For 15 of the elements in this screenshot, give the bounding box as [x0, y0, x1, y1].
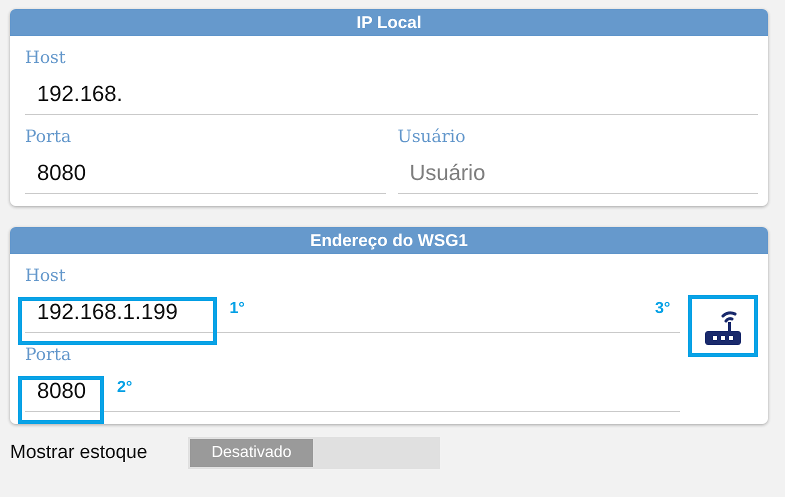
input-field[interactable]: 8080: [37, 160, 130, 186]
section-title: Endereço do WSG1: [10, 227, 768, 254]
field-label: Porta: [25, 127, 72, 149]
callout-number: 1°: [230, 300, 245, 318]
input-field[interactable]: 192.168.: [37, 81, 182, 107]
field-label: Porta: [25, 345, 72, 367]
toggle-label: Mostrar estoque: [10, 442, 148, 464]
input-field[interactable]: Usuário: [410, 160, 594, 186]
callout-number: 3°: [655, 300, 670, 318]
field-label: Host: [25, 266, 67, 288]
router-button[interactable]: [688, 295, 758, 357]
callout-number: 2°: [117, 379, 132, 397]
field-label: Host: [25, 48, 67, 70]
field-label: Usuário: [398, 127, 466, 149]
section-title: IP Local: [10, 9, 768, 36]
